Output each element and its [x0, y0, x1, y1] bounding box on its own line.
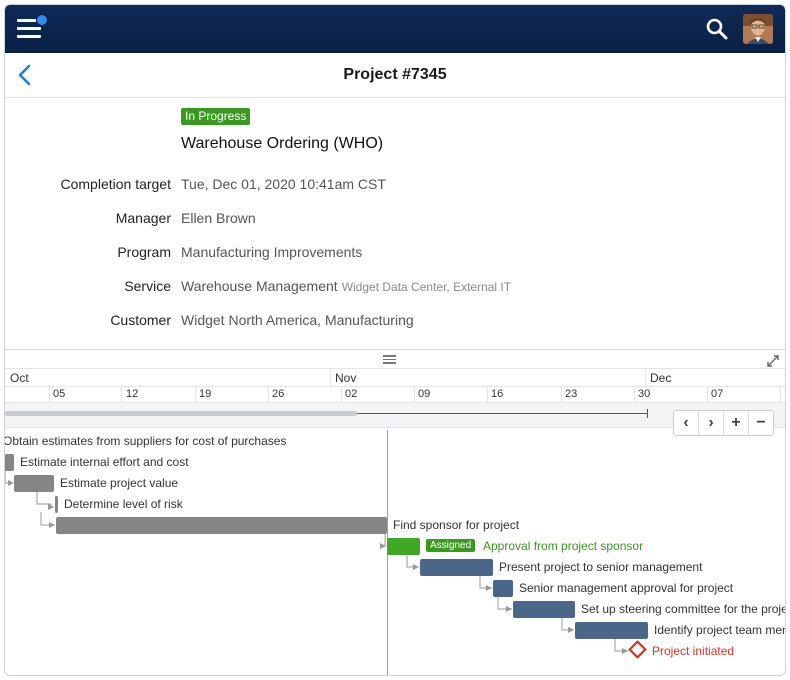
task-label: Determine level of risk: [64, 497, 183, 511]
top-bar: [5, 5, 785, 53]
task-bar[interactable]: [575, 622, 648, 639]
task-label: Present project to senior management: [499, 560, 703, 574]
program-label: Program: [117, 244, 171, 260]
assigned-badge: Assigned: [426, 539, 476, 552]
completion-target-label: Completion target: [60, 176, 171, 192]
task-label: Find sponsor for project: [393, 518, 520, 532]
task-bar[interactable]: [55, 496, 58, 513]
task-bar[interactable]: [387, 538, 420, 555]
status-badge: In Progress: [181, 108, 251, 125]
service-text: Warehouse Management: [181, 278, 338, 294]
nav-bar: Project #7345: [5, 53, 785, 98]
milestone-label: Project initiated: [652, 644, 735, 658]
customer-value: Widget North America, Manufacturing: [181, 312, 414, 328]
task-label: Senior management approval for project: [519, 581, 734, 595]
app-frame: Project #7345 In Progress Warehouse Orde…: [4, 4, 786, 676]
menu-icon[interactable]: [17, 14, 48, 39]
task-label: Identify project team members: [654, 623, 785, 637]
program-text: Manufacturing Improvements: [181, 244, 363, 260]
task-bar[interactable]: [56, 517, 387, 534]
task-label: Estimate internal effort and cost: [20, 455, 189, 469]
task-bar[interactable]: [493, 580, 513, 597]
gantt-chart: Oct Nov Dec 05 12 19 26 02 09 16 23 30 0…: [4, 349, 786, 675]
search-icon[interactable]: [705, 17, 729, 41]
service-label: Service: [124, 278, 171, 294]
task-label: Obtain estimates from suppliers for cost…: [4, 434, 287, 448]
manager-label: Manager: [115, 210, 171, 226]
manager-text: Ellen Brown: [181, 210, 256, 226]
completion-target-text: Tue, Dec 01, 2020 10:41am CST: [181, 176, 386, 192]
user-avatar[interactable]: [743, 14, 773, 44]
task-bar[interactable]: [420, 559, 493, 576]
task-bar[interactable]: [5, 454, 14, 471]
manager-value: Ellen Brown: [181, 210, 256, 226]
service-sub-text: Widget Data Center, External IT: [341, 280, 512, 294]
page-title: Project #7345: [343, 66, 447, 83]
milestone-diamond-icon: [628, 640, 647, 659]
notification-dot: [36, 14, 48, 26]
task-label: Estimate project value: [60, 476, 179, 490]
project-name: Warehouse Ordering (WHO): [181, 135, 384, 152]
program-value: Manufacturing Improvements: [181, 244, 362, 260]
service-value: Warehouse Management Widget Data Center, …: [181, 278, 511, 294]
task-bar[interactable]: [513, 601, 575, 618]
customer-label: Customer: [110, 312, 171, 328]
task-bar[interactable]: [14, 475, 54, 492]
completion-target-value: Tue, Dec 01, 2020 10:41am CST: [181, 176, 386, 192]
customer-text: Widget North America, Manufacturing: [181, 312, 414, 328]
task-label: Approval from project sponsor: [483, 539, 644, 553]
task-label: Set up steering committee for the projec…: [581, 602, 786, 616]
